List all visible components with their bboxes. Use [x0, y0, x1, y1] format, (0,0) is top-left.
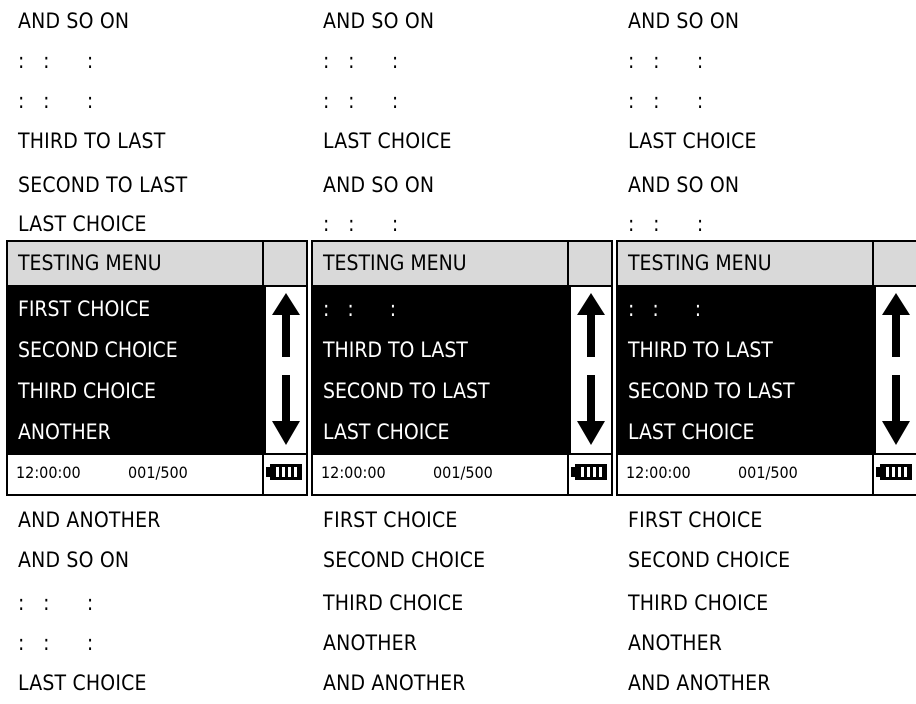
menu-list: FIRST CHOICE SECOND CHOICE THIRD CHOICE …: [8, 287, 264, 453]
menu-item[interactable]: SECOND TO LAST: [628, 370, 795, 412]
header-corner-box: [264, 242, 306, 287]
record-counter: 001/500: [433, 463, 493, 482]
menu-item[interactable]: SECOND CHOICE: [18, 329, 178, 371]
overflow-item-above: LAST CHOICE: [323, 129, 452, 153]
overflow-item-below: : : :: [18, 631, 94, 655]
menu-title: TESTING MENU: [18, 251, 162, 275]
scroll-indicator[interactable]: [264, 287, 306, 453]
record-counter: 001/500: [738, 463, 798, 482]
overflow-item-below: LAST CHOICE: [18, 671, 147, 695]
menu-item[interactable]: : : :: [628, 288, 701, 330]
header-corner-box: [874, 242, 916, 287]
overflow-item-below: AND ANOTHER: [18, 508, 161, 532]
overflow-item-above: AND SO ON: [323, 173, 435, 197]
menu-item[interactable]: THIRD CHOICE: [18, 370, 156, 412]
menu-list: : : : THIRD TO LAST SECOND TO LAST LAST …: [313, 287, 569, 453]
arrow-up-icon[interactable]: [571, 287, 611, 367]
device-screen: TESTING MENU : : : THIRD TO LAST SECOND …: [311, 240, 613, 496]
overflow-item-above: : : :: [628, 89, 704, 113]
status-bar: 12:00:00 001/500: [8, 453, 264, 494]
overflow-item-below: : : :: [18, 591, 94, 615]
record-counter: 001/500: [128, 463, 188, 482]
overflow-item-above: AND SO ON: [18, 9, 130, 33]
battery-box: [569, 453, 611, 494]
overflow-item-below: SECOND CHOICE: [628, 548, 791, 572]
status-bar: 12:00:00 001/500: [313, 453, 569, 494]
menu-item[interactable]: SECOND TO LAST: [323, 370, 490, 412]
overflow-item-above: AND SO ON: [628, 173, 740, 197]
device-screen: TESTING MENU : : : THIRD TO LAST SECOND …: [616, 240, 916, 496]
battery-full-icon: [571, 464, 607, 480]
menu-item[interactable]: THIRD TO LAST: [628, 329, 773, 371]
arrow-down-icon[interactable]: [876, 371, 916, 451]
clock-readout: 12:00:00: [626, 463, 691, 482]
battery-box: [264, 453, 306, 494]
menu-item[interactable]: : : :: [323, 288, 396, 330]
overflow-item-below: AND SO ON: [18, 548, 130, 572]
overflow-item-below: ANOTHER: [628, 631, 723, 655]
menu-list: : : : THIRD TO LAST SECOND TO LAST LAST …: [618, 287, 874, 453]
clock-readout: 12:00:00: [321, 463, 386, 482]
overflow-item-above: LAST CHOICE: [18, 212, 147, 236]
header-corner-box: [569, 242, 611, 287]
overflow-item-below: AND ANOTHER: [323, 671, 466, 695]
battery-full-icon: [266, 464, 302, 480]
overflow-item-above: : : :: [18, 49, 94, 73]
menu-header: TESTING MENU: [618, 242, 874, 287]
battery-box: [874, 453, 916, 494]
overflow-item-above: : : :: [323, 212, 399, 236]
arrow-down-icon[interactable]: [571, 371, 611, 451]
menu-column-1: AND SO ON : : : : : : THIRD TO LAST SECO…: [6, 0, 308, 695]
menu-header: TESTING MENU: [313, 242, 569, 287]
overflow-item-above: AND SO ON: [323, 9, 435, 33]
overflow-item-above: THIRD TO LAST: [18, 129, 166, 153]
menu-item[interactable]: ANOTHER: [18, 411, 111, 453]
menu-item[interactable]: LAST CHOICE: [628, 411, 754, 453]
overflow-item-below: FIRST CHOICE: [323, 508, 458, 532]
overflow-item-above: : : :: [18, 89, 94, 113]
overflow-item-below: ANOTHER: [323, 631, 418, 655]
device-screen: TESTING MENU FIRST CHOICE SECOND CHOICE …: [6, 240, 308, 496]
overflow-item-above: : : :: [323, 49, 399, 73]
overflow-item-above: LAST CHOICE: [628, 129, 757, 153]
battery-full-icon: [876, 464, 912, 480]
menu-title: TESTING MENU: [323, 251, 467, 275]
menu-column-3: AND SO ON : : : : : : LAST CHOICE AND SO…: [616, 0, 916, 695]
menu-item[interactable]: FIRST CHOICE: [18, 288, 150, 330]
overflow-item-above: : : :: [628, 49, 704, 73]
overflow-item-below: THIRD CHOICE: [323, 591, 464, 615]
overflow-item-above: AND SO ON: [628, 9, 740, 33]
arrow-down-icon[interactable]: [266, 371, 306, 451]
overflow-item-below: FIRST CHOICE: [628, 508, 763, 532]
menu-title: TESTING MENU: [628, 251, 772, 275]
arrow-up-icon[interactable]: [876, 287, 916, 367]
arrow-up-icon[interactable]: [266, 287, 306, 367]
scroll-indicator[interactable]: [569, 287, 611, 453]
overflow-item-below: SECOND CHOICE: [323, 548, 486, 572]
menu-header: TESTING MENU: [8, 242, 264, 287]
overflow-item-below: THIRD CHOICE: [628, 591, 769, 615]
overflow-item-above: SECOND TO LAST: [18, 173, 188, 197]
menu-item[interactable]: THIRD TO LAST: [323, 329, 468, 371]
menu-item[interactable]: LAST CHOICE: [323, 411, 449, 453]
overflow-item-below: AND ANOTHER: [628, 671, 771, 695]
overflow-item-above: : : :: [323, 89, 399, 113]
menu-column-2: AND SO ON : : : : : : LAST CHOICE AND SO…: [311, 0, 613, 695]
scroll-indicator[interactable]: [874, 287, 916, 453]
overflow-item-above: : : :: [628, 212, 704, 236]
status-bar: 12:00:00 001/500: [618, 453, 874, 494]
clock-readout: 12:00:00: [16, 463, 81, 482]
